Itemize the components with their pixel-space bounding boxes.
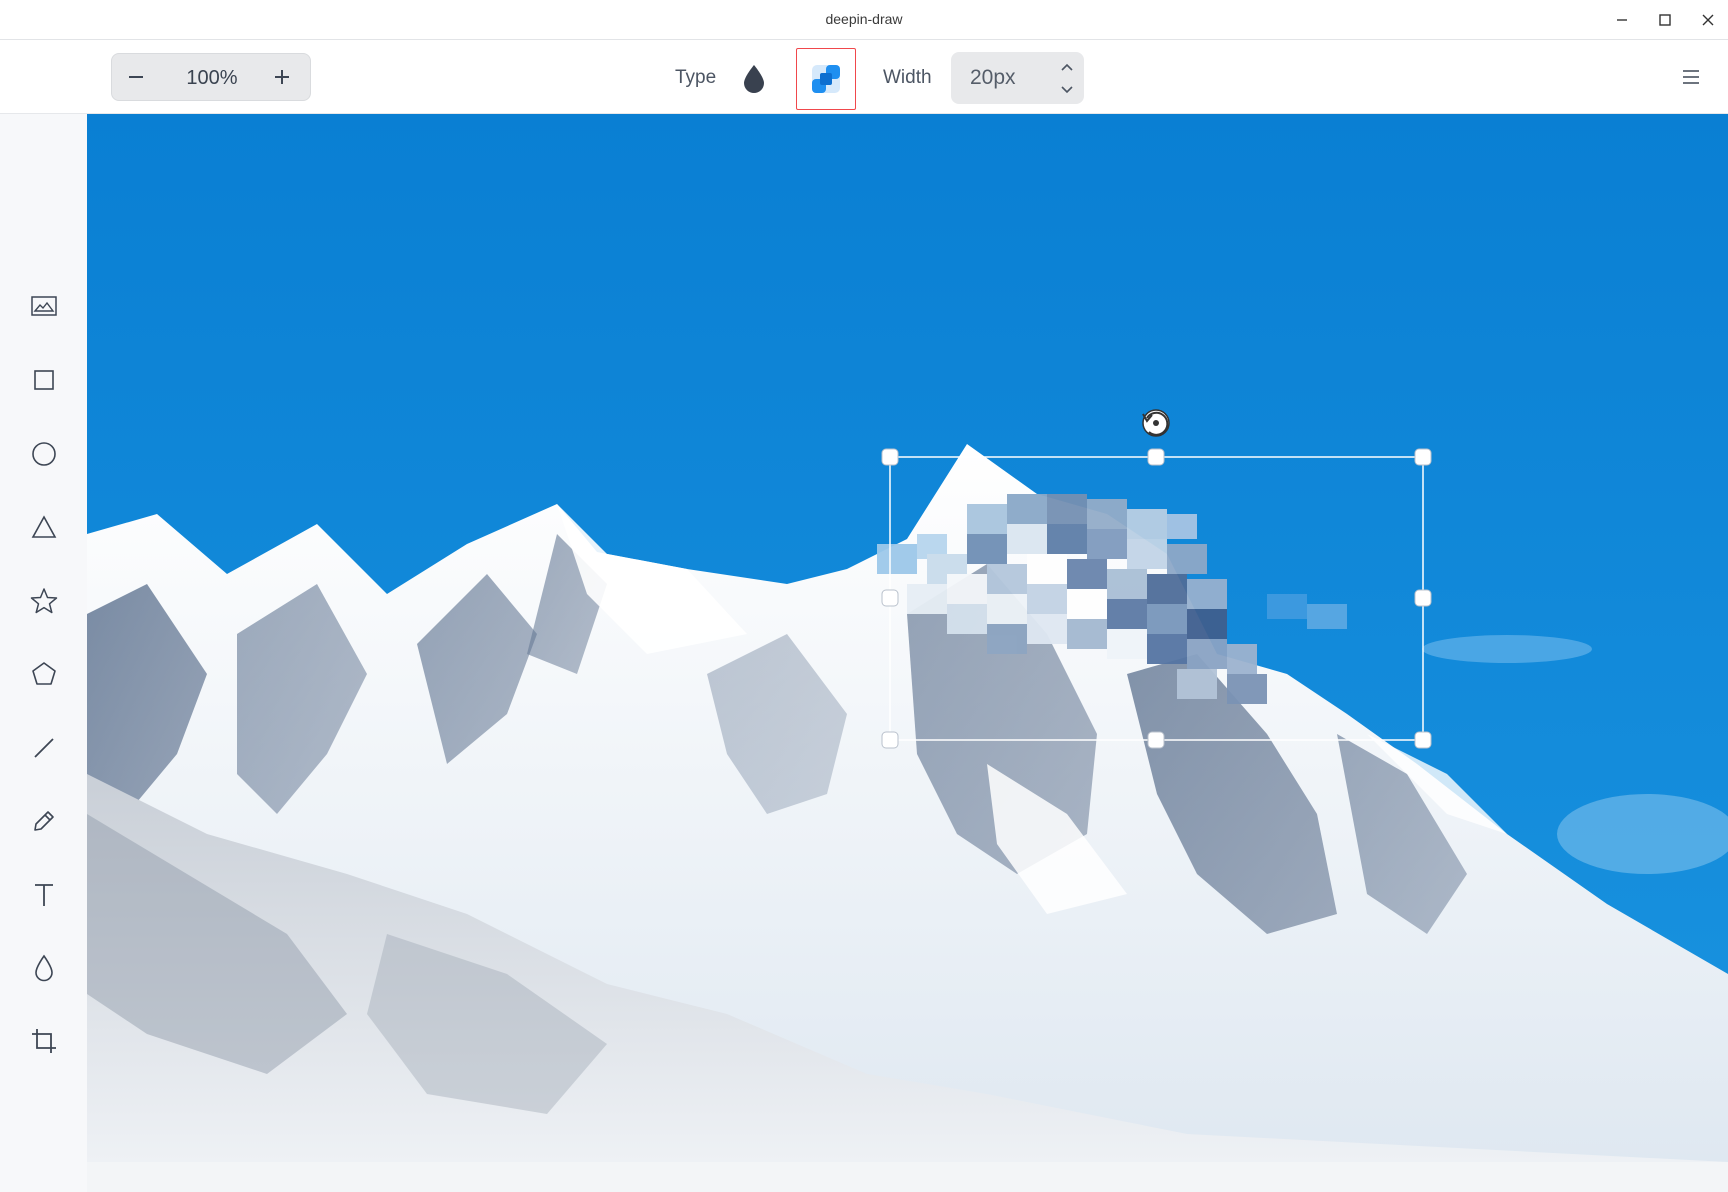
canvas-bottom-area	[87, 1162, 1728, 1192]
blur-tool[interactable]	[24, 948, 64, 988]
rectangle-icon	[34, 370, 54, 390]
maximize-icon	[1659, 14, 1671, 26]
width-increase-button[interactable]	[1054, 56, 1080, 78]
ellipse-icon	[32, 442, 56, 466]
resize-handle-bottom-right[interactable]	[1414, 731, 1432, 749]
width-decrease-button[interactable]	[1054, 79, 1080, 101]
mountain-photo	[87, 114, 1728, 1162]
hamburger-menu-icon	[1683, 70, 1699, 84]
tool-sidebar	[0, 114, 87, 1192]
text-tool[interactable]	[24, 875, 64, 915]
zoom-out-button[interactable]	[118, 59, 154, 95]
zoom-level: 100%	[186, 67, 238, 89]
polygon-icon	[32, 662, 56, 685]
toolbar: 100% Type Width	[0, 40, 1728, 114]
zoom-control: 100%	[111, 53, 311, 101]
resize-handle-bottom-left[interactable]	[881, 731, 899, 749]
pencil-icon	[34, 811, 54, 831]
text-icon	[35, 884, 53, 906]
maximize-button[interactable]	[1648, 6, 1682, 34]
resize-handle-top-right[interactable]	[1414, 448, 1432, 466]
image-icon	[31, 296, 57, 316]
pencil-tool[interactable]	[24, 801, 64, 841]
triangle-tool[interactable]	[24, 507, 64, 547]
main-menu-button[interactable]	[1676, 62, 1706, 92]
star-icon	[30, 588, 58, 614]
width-label: Width	[883, 67, 932, 88]
image-tool[interactable]	[24, 286, 64, 326]
mosaic-type-button[interactable]	[796, 48, 856, 110]
minimize-button[interactable]	[1605, 6, 1639, 34]
water-drop-icon	[744, 65, 764, 93]
width-spinbox	[951, 52, 1084, 104]
title-bar: deepin-draw	[0, 0, 1728, 40]
line-icon	[34, 738, 54, 758]
close-icon	[1702, 14, 1714, 26]
chevron-up-icon	[1061, 63, 1073, 71]
minus-icon	[129, 76, 143, 78]
crop-icon	[32, 1029, 56, 1053]
rotate-handle-icon[interactable]	[1142, 409, 1170, 437]
resize-handle-left[interactable]	[881, 589, 899, 607]
zoom-in-button[interactable]	[264, 59, 300, 95]
window-title: deepin-draw	[825, 11, 903, 27]
triangle-icon	[31, 515, 57, 538]
crop-tool[interactable]	[24, 1021, 64, 1061]
rectangle-tool[interactable]	[24, 360, 64, 400]
star-tool[interactable]	[24, 581, 64, 621]
type-label: Type	[675, 67, 717, 88]
polygon-tool[interactable]	[24, 654, 64, 694]
minimize-icon	[1617, 19, 1627, 21]
chevron-down-icon	[1061, 86, 1073, 94]
plus-icon	[275, 70, 289, 84]
blur-drop-icon	[35, 954, 53, 982]
resize-handle-right[interactable]	[1414, 589, 1432, 607]
resize-handle-top[interactable]	[1147, 448, 1165, 466]
line-tool[interactable]	[24, 728, 64, 768]
drawing-canvas[interactable]	[87, 114, 1728, 1162]
resize-handle-bottom[interactable]	[1147, 731, 1165, 749]
close-button[interactable]	[1691, 6, 1725, 34]
mosaic-icon	[812, 65, 840, 93]
width-input[interactable]	[951, 52, 1051, 104]
resize-handle-top-left[interactable]	[881, 448, 899, 466]
ellipse-tool[interactable]	[24, 434, 64, 474]
blur-type-button[interactable]	[740, 62, 768, 94]
